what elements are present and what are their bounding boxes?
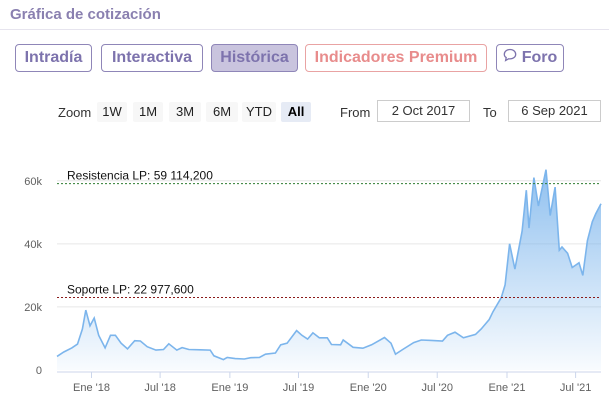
x-tick-label: Ene '20 [350, 382, 387, 394]
x-tick-label: Jul '19 [283, 382, 314, 394]
x-axis: Ene '18 Jul '18 Ene '19 Jul '19 Ene '20 Jul '… [73, 372, 591, 394]
tab-indicadores-premium[interactable]: Indicadores Premium [305, 44, 487, 72]
from-label: From [340, 105, 371, 120]
zoom-1w-button[interactable]: 1W [97, 102, 127, 122]
tab-interactiva-label: Interactiva [111, 49, 193, 66]
header-divider [0, 29, 609, 30]
y-axis: 0 20k 40k 60k [24, 176, 42, 377]
y-tick-label: 20k [24, 302, 42, 314]
y-tick-label: 0 [36, 365, 42, 377]
x-tick-label: Ene '21 [489, 382, 526, 394]
tab-intradia[interactable]: Intradía [15, 44, 92, 72]
annotation-label: Resistencia LP: 59 114,200 [67, 169, 213, 183]
x-tick-label: Ene '19 [211, 382, 248, 394]
zoom-6m-button[interactable]: 6M [206, 102, 238, 122]
chat-bubble-icon [503, 45, 517, 71]
to-date-input[interactable]: 6 Sep 2021 [508, 100, 601, 122]
zoom-ytd-button[interactable]: YTD [242, 102, 276, 122]
tab-foro-label: Foro [521, 49, 558, 67]
page-title: Gráfica de cotización [10, 6, 161, 23]
range-selector: Zoom 1W 1M 3M 6M YTD All From 2 Oct 2017… [0, 100, 609, 124]
tab-foro[interactable]: Foro [496, 44, 564, 72]
y-tick-label: 60k [24, 176, 42, 188]
tab-premium-label: Indicadores Premium [314, 49, 478, 66]
x-tick-label: Ene '18 [73, 382, 110, 394]
tab-historica[interactable]: Histórica [211, 44, 298, 72]
x-tick-label: Jul '20 [422, 382, 453, 394]
x-tick-label: Jul '21 [560, 382, 591, 394]
zoom-3m-button[interactable]: 3M [169, 102, 201, 122]
tab-historica-label: Histórica [220, 49, 289, 66]
x-tick-label: Jul '18 [144, 382, 175, 394]
zoom-all-button[interactable]: All [281, 102, 311, 122]
tab-intradia-label: Intradía [24, 49, 83, 66]
annotation-label: Soporte LP: 22 977,600 [67, 283, 194, 297]
zoom-label: Zoom [58, 105, 92, 120]
zoom-1m-button[interactable]: 1M [133, 102, 163, 122]
tab-interactiva[interactable]: Interactiva [101, 44, 203, 72]
y-tick-label: 40k [24, 239, 42, 251]
to-label: To [483, 105, 497, 120]
price-chart: 0 20k 40k 60k Resistencia LP: 59 114,200 Sop… [24, 169, 602, 394]
from-date-input[interactable]: 2 Oct 2017 [377, 100, 470, 122]
